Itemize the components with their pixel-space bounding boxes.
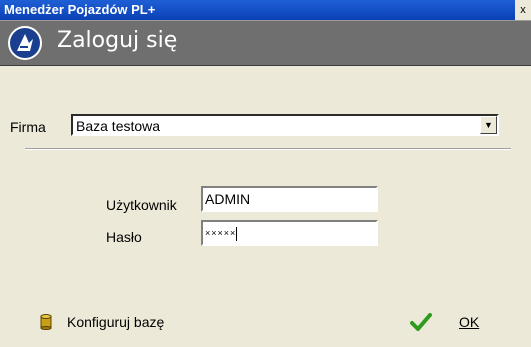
password-input[interactable]: ×××××	[201, 220, 378, 246]
user-input-value: ADMIN	[205, 191, 251, 207]
divider	[25, 148, 511, 150]
chevron-down-icon[interactable]: ▼	[480, 116, 497, 134]
dialog-title: Zaloguj się	[57, 28, 178, 53]
password-input-value: ×××××	[205, 228, 237, 238]
ok-button[interactable]: OK	[410, 311, 490, 333]
configure-db-label: Konfiguruj bazę	[67, 314, 165, 330]
user-input[interactable]: ADMIN	[201, 186, 378, 212]
user-label: Użytkownik	[106, 197, 177, 213]
dialog-header: Zaloguj się	[0, 20, 531, 66]
firma-select-value: Baza testowa	[76, 118, 161, 134]
firma-label: Firma	[10, 119, 46, 135]
window-title: Menedżer Pojazdów PL+	[4, 2, 156, 17]
text-caret	[236, 226, 238, 241]
close-button[interactable]: x	[515, 0, 531, 20]
checkmark-icon	[410, 313, 432, 337]
login-window: Menedżer Pojazdów PL+ x Zaloguj się Firm…	[0, 0, 531, 347]
app-logo-icon	[8, 26, 42, 60]
password-label: Hasło	[106, 229, 142, 245]
database-icon	[40, 314, 52, 336]
configure-db-button[interactable]: Konfiguruj bazę	[40, 311, 200, 333]
firma-select[interactable]: Baza testowa ▼	[71, 114, 499, 136]
title-bar[interactable]: Menedżer Pojazdów PL+ x	[0, 0, 531, 20]
ok-label: OK	[459, 314, 480, 330]
